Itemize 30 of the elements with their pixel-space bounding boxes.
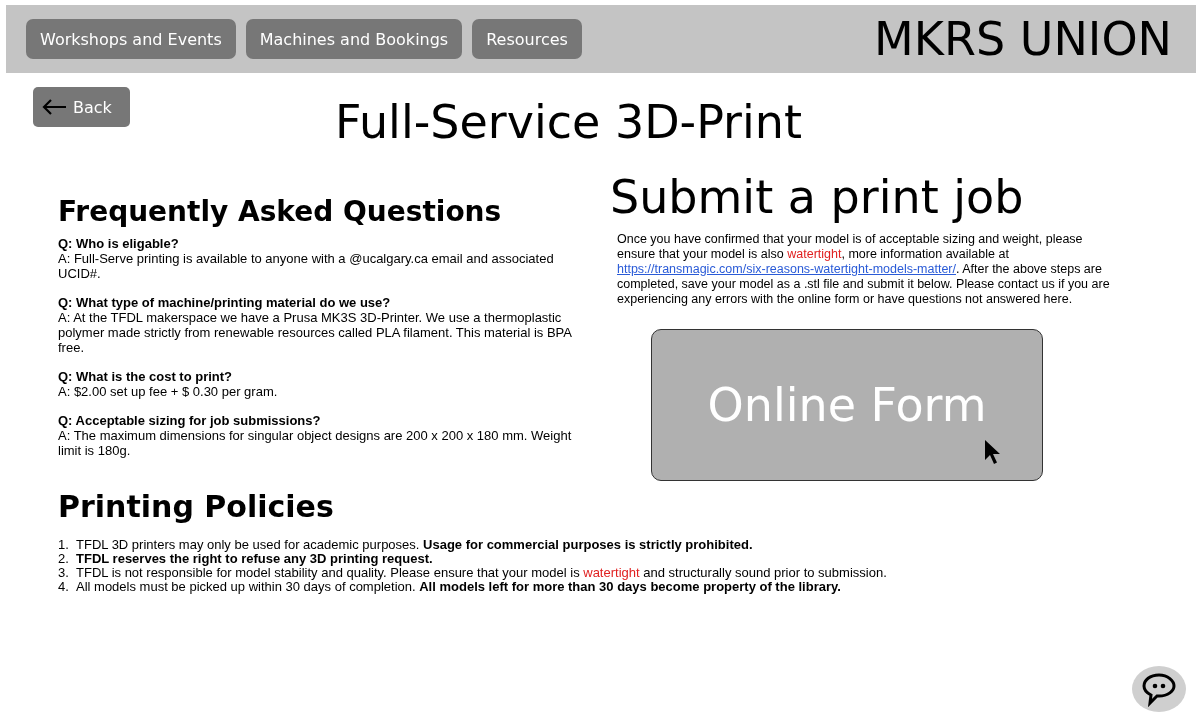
faq-answer: A: The maximum dimensions for singular object designs are 200 x 200 x 180 mm. Weight limit is 180g. [58,428,573,458]
policy-text: TFDL reserves the right to refuse any 3D printing request. [76,552,433,566]
arrow-left-icon [41,98,67,116]
submit-instructions: Once you have confirmed that your model is of acceptable sizing and weight, please ensure that your model is also watertight, more information available at https://transmagic.com/six-reasons-watertight-models-matter/. After the above steps are completed, save your model as a .stl file and submit it below. Please contact us if you are experiencing any errors with the online form or have questions not answered here. [617,232,1110,307]
policy-text: All models must be picked up within 30 days of completion. All models left for more than 30 days become property of the library. [76,580,841,594]
faq-answer: A: Full-Serve printing is available to anyone with a @ucalgary.ca email and associated UCID#. [58,251,555,281]
nav-button[interactable]: Resources [472,19,582,59]
faq-question: Q: What type of machine/printing material do we use? [58,295,392,310]
nav-button[interactable]: Workshops and Events [26,19,236,59]
policy-text: TFDL is not responsible for model stability and quality. Please ensure that your model is watertight and structurally sound prior to submission. [76,566,887,580]
faq-answer: A: At the TFDL makerspace we have a Prusa MK3S 3D-Printer. We use a thermoplastic polymer made strictly from renewable resources called PLA filament. This material is BPA free. [58,310,573,355]
page-title: Full-Service 3D-Print [335,94,802,151]
faq-question: Q: Acceptable sizing for job submissions? [58,413,322,428]
policies-heading: Printing Policies [58,489,335,524]
list-number: 1. [58,538,70,552]
submit-heading: Submit a print job [610,170,1025,224]
site-logo: MKRS UNION [874,12,1172,66]
chat-bubble-icon[interactable] [1132,665,1186,713]
faq-question: Q: Who is eligable? [58,236,180,251]
list-number: 4. [58,580,70,594]
article-link[interactable]: https://transmagic.com/six-reasons-watertight-models-matter/ [617,262,956,276]
faq-question: Q: What is the cost to print? [58,369,234,384]
faq-heading: Frequently Asked Questions [58,195,503,228]
nav-button[interactable]: Machines and Bookings [245,19,463,59]
list-number: 3. [58,566,70,580]
pointer-cursor-icon [984,439,1002,465]
list-number: 2. [58,552,70,566]
back-button[interactable]: Back [33,87,130,127]
policy-text: TFDL 3D printers may only be used for academic purposes. Usage for commercial purposes is strictly prohibited. [76,538,753,552]
faq-answer: A: $2.00 set up fee + $ 0.30 per gram. [58,384,279,399]
